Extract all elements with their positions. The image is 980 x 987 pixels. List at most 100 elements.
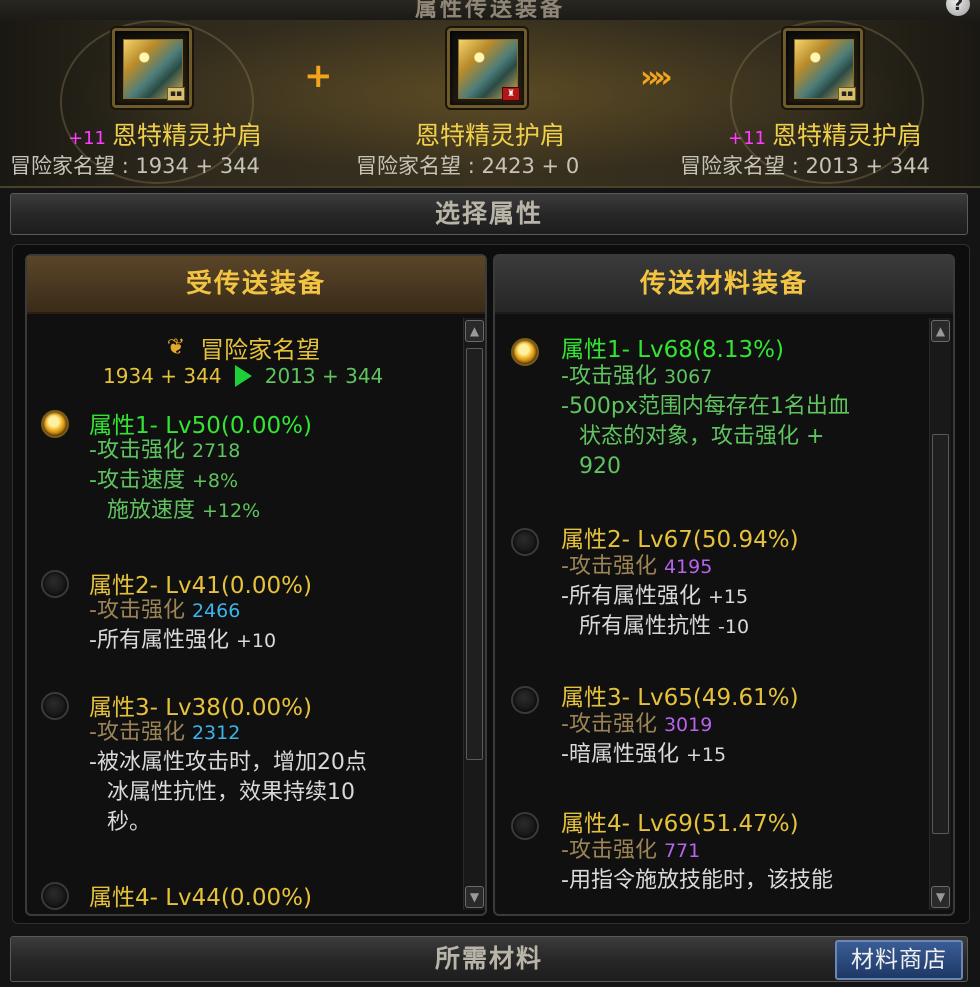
option-title: 属性2- Lv41(0.00%): [89, 573, 312, 599]
material-item-name: 恩特精灵护肩: [414, 121, 565, 150]
receiving-option-2[interactable]: 属性2- Lv41(0.00%) -攻击强化 2466 -所有属性强化 +10: [39, 564, 459, 664]
option-title: 属性3- Lv65(49.61%): [561, 685, 799, 711]
target-reputation-label: 冒险家名望: [10, 154, 115, 178]
result-item-name: 恩特精灵护肩: [771, 121, 922, 150]
material-option-2[interactable]: 属性2- Lv67(50.94%) -攻击强化 4195 -所有属性强化 +15…: [509, 518, 929, 648]
radio-unselected-icon[interactable]: [41, 692, 69, 720]
scroll-thumb[interactable]: [932, 434, 949, 834]
option-title: 属性1- Lv68(8.13%): [561, 337, 784, 363]
item-grade-badge: ▪▪: [167, 87, 185, 101]
radio-unselected-icon[interactable]: [511, 812, 539, 840]
arrow-right-icon: [234, 365, 252, 387]
required-materials-header: 所需材料: [10, 936, 968, 982]
reputation-summary-label: 冒险家名望: [200, 336, 321, 364]
receiving-option-3[interactable]: 属性3- Lv38(0.00%) -攻击强化 2312 -被冰属性攻击时，增加2…: [39, 686, 459, 846]
radio-selected-icon[interactable]: [41, 410, 69, 438]
target-item-level: +11: [67, 128, 106, 149]
option-line: -所有属性强化 +10: [89, 628, 277, 653]
material-option-4[interactable]: 属性4- Lv69(51.47%) -攻击强化 771 -用指令施放技能时，该技…: [509, 802, 929, 902]
left-scrollbar[interactable]: ▲ ▼: [463, 318, 485, 910]
material-equipment-panel: 传送材料装备 属性1- Lv68(8.13%) -攻击强化 3067 -500p…: [493, 254, 955, 916]
material-reputation-value: : 2423 + 0: [467, 154, 580, 178]
target-reputation-value: : 1934 + 344: [121, 154, 260, 178]
material-item-name-row: 恩特精灵护肩: [360, 116, 620, 152]
right-scrollbar[interactable]: ▲ ▼: [929, 318, 951, 910]
target-item-name-row: +11 恩特精灵护肩: [40, 116, 290, 152]
reputation-before: 1934 + 344: [103, 364, 222, 388]
option-lines: -攻击强化 2312 -被冰属性攻击时，增加20点 冰属性抗性，效果持续10 秒…: [89, 718, 367, 838]
radio-unselected-icon[interactable]: [511, 686, 539, 714]
scroll-up-icon[interactable]: ▲: [465, 320, 484, 342]
receiving-panel-title: 受传送装备: [27, 256, 485, 314]
option-lines: -攻击强化 2466 -所有属性强化 +10: [89, 596, 276, 656]
reputation-emblem-icon: ❦: [166, 334, 186, 360]
option-line: -攻击强化 2718: [89, 438, 241, 463]
option-line: -用指令施放技能时，该技能: [561, 868, 833, 893]
option-line: -攻击强化 3067: [561, 364, 713, 389]
radio-unselected-icon[interactable]: [41, 882, 69, 910]
target-reputation: 冒险家名望 : 1934 + 344: [10, 150, 260, 180]
scroll-thumb[interactable]: [466, 348, 483, 760]
option-title: 属性4- Lv69(51.47%): [561, 811, 799, 837]
option-line: 920: [579, 454, 621, 479]
option-line: -攻击强化 2466: [89, 598, 241, 623]
option-title: 属性2- Lv67(50.94%): [561, 527, 799, 553]
radio-unselected-icon[interactable]: [41, 570, 69, 598]
option-line: 状态的对象，攻击强化 +: [579, 424, 825, 449]
option-line: -暗属性强化 +15: [561, 742, 727, 767]
reputation-after: 2013 + 344: [264, 364, 384, 388]
result-reputation-label: 冒险家名望: [680, 154, 785, 178]
item-grade-badge: ▪▪: [838, 87, 856, 101]
material-option-3[interactable]: 属性3- Lv65(49.61%) -攻击强化 3019 -暗属性强化 +15: [509, 676, 929, 776]
material-reputation-label: 冒险家名望: [356, 154, 461, 178]
radio-unselected-icon[interactable]: [511, 528, 539, 556]
option-line: 所有属性抗性 -10: [579, 614, 750, 639]
receiving-equipment-panel: 受传送装备 ❦ 冒险家名望 1934 + 344 2013 + 344 属性1-…: [25, 254, 487, 916]
result-item-level: +11: [727, 128, 766, 149]
target-item-slot[interactable]: ▪▪: [112, 28, 192, 108]
transfer-banner: ▪▪ + ♜ »» ▪▪ +11 恩特精灵护肩 恩特精灵护肩 +11 恩特精灵护肩 …: [0, 20, 980, 188]
result-item-slot[interactable]: ▪▪: [783, 28, 863, 108]
material-reputation: 冒险家名望 : 2423 + 0: [356, 150, 579, 180]
option-line: -攻击强化 3019: [561, 712, 713, 737]
option-line: 冰属性抗性，效果持续10: [107, 780, 355, 805]
option-line: -攻击速度 +8%: [89, 468, 239, 493]
target-item-name: 恩特精灵护肩: [111, 121, 262, 150]
material-option-1[interactable]: 属性1- Lv68(8.13%) -攻击强化 3067 -500px范围内每存在…: [509, 328, 929, 488]
scroll-up-icon[interactable]: ▲: [931, 320, 950, 342]
reputation-summary-label-row: ❦ 冒险家名望: [163, 330, 403, 364]
option-lines: -攻击强化 4195 -所有属性强化 +15 所有属性抗性 -10: [561, 552, 749, 642]
option-line: -攻击强化 771: [561, 838, 701, 863]
plus-icon: +: [304, 56, 333, 96]
select-attribute-header: 选择属性: [10, 193, 968, 235]
option-line: 秒。: [107, 810, 152, 835]
result-reputation: 冒险家名望 : 2013 + 344: [680, 150, 930, 180]
window-title-bar: 属性传送装备 ?: [0, 0, 980, 22]
transfer-arrow-icon: »»: [640, 60, 673, 95]
item-lock-badge: ♜: [502, 87, 520, 101]
scroll-down-icon[interactable]: ▼: [931, 886, 950, 908]
scroll-down-icon[interactable]: ▼: [465, 886, 484, 908]
reputation-summary-values: 1934 + 344 2013 + 344: [103, 364, 433, 392]
option-lines: -攻击强化 771 -用指令施放技能时，该技能: [561, 836, 833, 896]
option-lines: -攻击强化 3019 -暗属性强化 +15: [561, 710, 726, 770]
option-line: -所有属性强化 +15: [561, 584, 749, 609]
material-item-slot[interactable]: ♜: [447, 28, 527, 108]
option-lines: -攻击强化 2718 -攻击速度 +8% 施放速度 +12%: [89, 436, 260, 526]
option-title: 属性1- Lv50(0.00%): [89, 413, 312, 439]
option-line: -攻击强化 4195: [561, 554, 713, 579]
option-line: -攻击强化 2312: [89, 720, 241, 745]
receiving-option-1[interactable]: 属性1- Lv50(0.00%) -攻击强化 2718 -攻击速度 +8% 施放…: [39, 404, 459, 544]
result-item-name-row: +11 恩特精灵护肩: [700, 116, 950, 152]
radio-selected-icon[interactable]: [511, 338, 539, 366]
result-reputation-value: : 2013 + 344: [791, 154, 930, 178]
option-line: 施放速度 +12%: [107, 498, 261, 523]
option-title: 属性3- Lv38(0.00%): [89, 695, 312, 721]
option-line: -500px范围内每存在1名出血: [561, 394, 850, 419]
option-line: -被冰属性攻击时，增加20点: [89, 750, 367, 775]
material-panel-title: 传送材料装备: [495, 256, 953, 314]
material-shop-button[interactable]: 材料商店: [835, 940, 963, 980]
option-title: 属性4- Lv44(0.00%): [89, 885, 312, 911]
option-lines: -攻击强化 3067 -500px范围内每存在1名出血 状态的对象，攻击强化 +…: [561, 362, 850, 482]
receiving-option-4[interactable]: 属性4- Lv44(0.00%): [39, 876, 459, 912]
